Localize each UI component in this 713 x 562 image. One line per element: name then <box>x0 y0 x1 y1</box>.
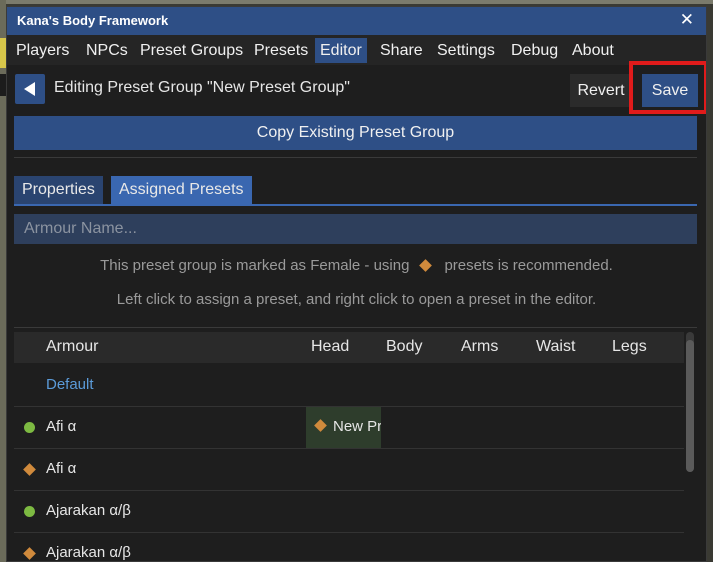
male-dot-icon <box>24 422 35 433</box>
male-dot-icon <box>24 506 35 517</box>
table-row[interactable]: Afi α <box>14 449 684 491</box>
kbf-window: Kana's Body Framework ✕ Players NPCs Pre… <box>6 6 707 562</box>
divider <box>14 157 697 158</box>
menu-bar: Players NPCs Preset Groups Presets Edito… <box>7 35 706 65</box>
table-row[interactable]: Default <box>14 365 684 407</box>
menu-preset-groups[interactable]: Preset Groups <box>135 38 248 63</box>
armour-name[interactable]: Ajarakan α/β <box>46 544 131 561</box>
column-body[interactable]: Body <box>386 338 422 356</box>
armour-search-input[interactable] <box>14 214 697 244</box>
gender-hint-after: presets is recommended. <box>444 257 613 274</box>
title-bar[interactable]: Kana's Body Framework ✕ <box>7 7 706 35</box>
tab-underline <box>14 204 697 206</box>
background-scenery-top <box>0 0 713 4</box>
gender-hint-before: This preset group is marked as Female - … <box>100 257 410 274</box>
tab-bar: Properties Assigned Presets <box>14 176 697 206</box>
armour-table: Armour Head Body Arms Waist Legs Default… <box>14 332 684 561</box>
menu-editor[interactable]: Editor <box>315 38 367 63</box>
gender-hint: This preset group is marked as Female - … <box>7 257 706 274</box>
scrollbar-thumb[interactable] <box>686 340 694 472</box>
menu-npcs[interactable]: NPCs <box>81 38 133 63</box>
female-diamond-icon <box>419 258 433 272</box>
window-title: Kana's Body Framework <box>17 13 169 28</box>
divider <box>14 327 697 328</box>
usage-hint: Left click to assign a preset, and right… <box>116 291 597 308</box>
menu-debug[interactable]: Debug <box>506 38 563 63</box>
editor-title: Editing Preset Group "New Preset Group" <box>54 79 350 96</box>
armour-name[interactable]: Ajarakan α/β <box>46 502 131 519</box>
menu-presets[interactable]: Presets <box>249 38 313 63</box>
copy-preset-group-button[interactable]: Copy Existing Preset Group <box>14 116 697 150</box>
column-head[interactable]: Head <box>311 338 349 356</box>
menu-settings[interactable]: Settings <box>432 38 500 63</box>
assigned-preset-cell[interactable]: New Pr <box>306 407 381 448</box>
table-scrollbar[interactable] <box>686 332 694 472</box>
column-arms[interactable]: Arms <box>461 338 498 356</box>
female-diamond-icon <box>23 463 36 476</box>
table-row[interactable]: Ajarakan α/β <box>14 533 684 561</box>
assigned-preset-name: New Pr <box>333 418 381 435</box>
column-waist[interactable]: Waist <box>536 338 575 356</box>
back-arrow-icon <box>24 82 35 96</box>
table-header: Armour Head Body Arms Waist Legs <box>14 332 684 363</box>
tab-properties[interactable]: Properties <box>14 176 103 204</box>
female-diamond-icon <box>314 419 327 432</box>
female-diamond-icon <box>23 547 36 560</box>
armour-name[interactable]: Afi α <box>46 460 76 477</box>
armour-name[interactable]: Default <box>46 376 94 393</box>
column-legs[interactable]: Legs <box>612 338 647 356</box>
revert-button[interactable]: Revert <box>570 74 632 107</box>
close-icon[interactable]: ✕ <box>680 10 694 30</box>
save-highlight-box <box>629 61 706 114</box>
menu-about[interactable]: About <box>567 38 619 63</box>
menu-players[interactable]: Players <box>11 38 74 63</box>
table-row[interactable]: Ajarakan α/β <box>14 491 684 533</box>
table-row[interactable]: Afi α New Pr <box>14 407 684 449</box>
editor-header: Editing Preset Group "New Preset Group" … <box>7 69 706 111</box>
column-armour[interactable]: Armour <box>46 338 98 356</box>
armour-name[interactable]: Afi α <box>46 418 76 435</box>
back-button[interactable] <box>15 74 45 104</box>
tab-assigned-presets[interactable]: Assigned Presets <box>111 176 252 204</box>
menu-share[interactable]: Share <box>375 38 428 63</box>
